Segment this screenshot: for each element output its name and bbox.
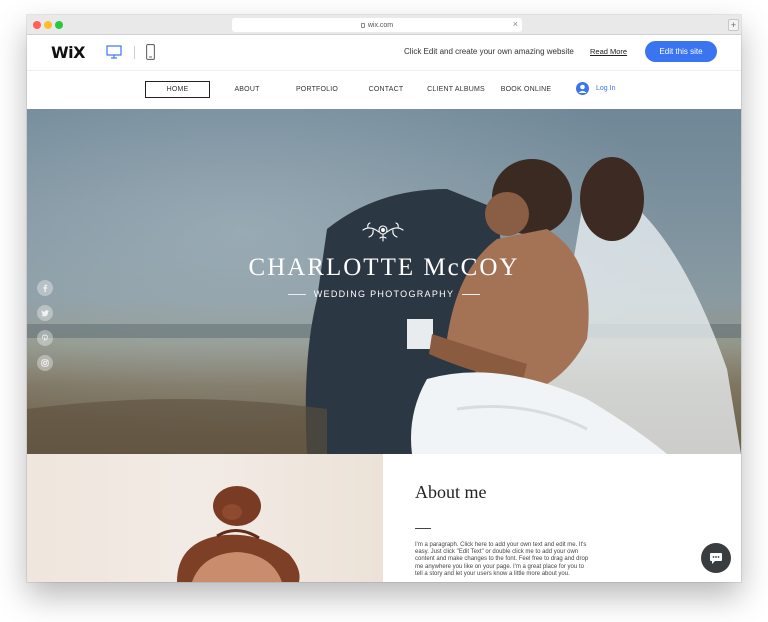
promo-text: Click Edit and create your own amazing w… [404,47,574,56]
instagram-icon[interactable] [37,355,53,371]
view-divider [134,46,135,59]
user-avatar-icon [576,82,589,95]
chat-button[interactable] [701,543,731,573]
nav-item-about[interactable]: ABOUT [225,81,269,98]
about-divider [415,528,431,529]
wix-editor-bar: WiX Click Edit and create your own amazi… [27,35,741,71]
hero-subtitle-row: WEDDING PHOTOGRAPHY [27,289,741,299]
new-tab-button[interactable]: + [728,19,739,31]
about-title: About me [415,482,487,502]
subtitle-left-rule [287,293,306,295]
pinterest-icon[interactable] [37,330,53,346]
hero-subtitle: WEDDING PHOTOGRAPHY [313,289,455,299]
minimize-window-button[interactable] [44,21,52,29]
desktop-view-icon[interactable] [106,45,122,59]
subtitle-right-rule [462,293,481,295]
address-text: wix.com [367,21,394,29]
login-label: Log In [596,85,616,92]
address-bar[interactable]: wix.com × [232,18,522,32]
hero-title: CHARLOTTE McCOY [248,254,520,281]
wix-logo[interactable]: WiX [51,43,85,62]
login-link[interactable]: Log In [576,82,615,95]
facebook-icon[interactable] [37,280,53,296]
lock-icon [360,22,365,28]
mobile-view-icon[interactable] [146,44,155,60]
nav-item-contact[interactable]: CONTACT [363,81,409,98]
read-more-link[interactable]: Read More [590,47,627,56]
nav-item-client-albums[interactable]: CLIENT ALBUMS [425,81,487,98]
close-tab-icon[interactable]: × [513,19,518,29]
about-section: About me I'm a paragraph. Click here to … [383,454,741,582]
portrait-image [177,486,300,582]
portrait-photo [27,454,383,582]
chat-bubble-icon [710,552,722,564]
browser-window: wix.com × + WiX Click Edit and create yo… [27,15,741,582]
twitter-icon[interactable] [37,305,53,321]
edit-site-button[interactable]: Edit this site [645,41,717,62]
close-window-button[interactable] [33,21,41,29]
about-paragraph: I'm a paragraph. Click here to add your … [415,542,589,577]
nav-item-book-online[interactable]: BOOK ONLINE [499,81,553,98]
browser-titlebar: wix.com × + [27,15,741,35]
nav-item-portfolio[interactable]: PORTFOLIO [289,81,345,98]
floral-emblem-icon [362,222,404,242]
hero-section: CHARLOTTE McCOY WEDDING PHOTOGRAPHY [27,109,741,454]
maximize-window-button[interactable] [55,21,63,29]
site-nav: HOME ABOUT PORTFOLIO CONTACT CLIENT ALBU… [27,71,741,109]
nav-item-home[interactable]: HOME [145,81,210,98]
